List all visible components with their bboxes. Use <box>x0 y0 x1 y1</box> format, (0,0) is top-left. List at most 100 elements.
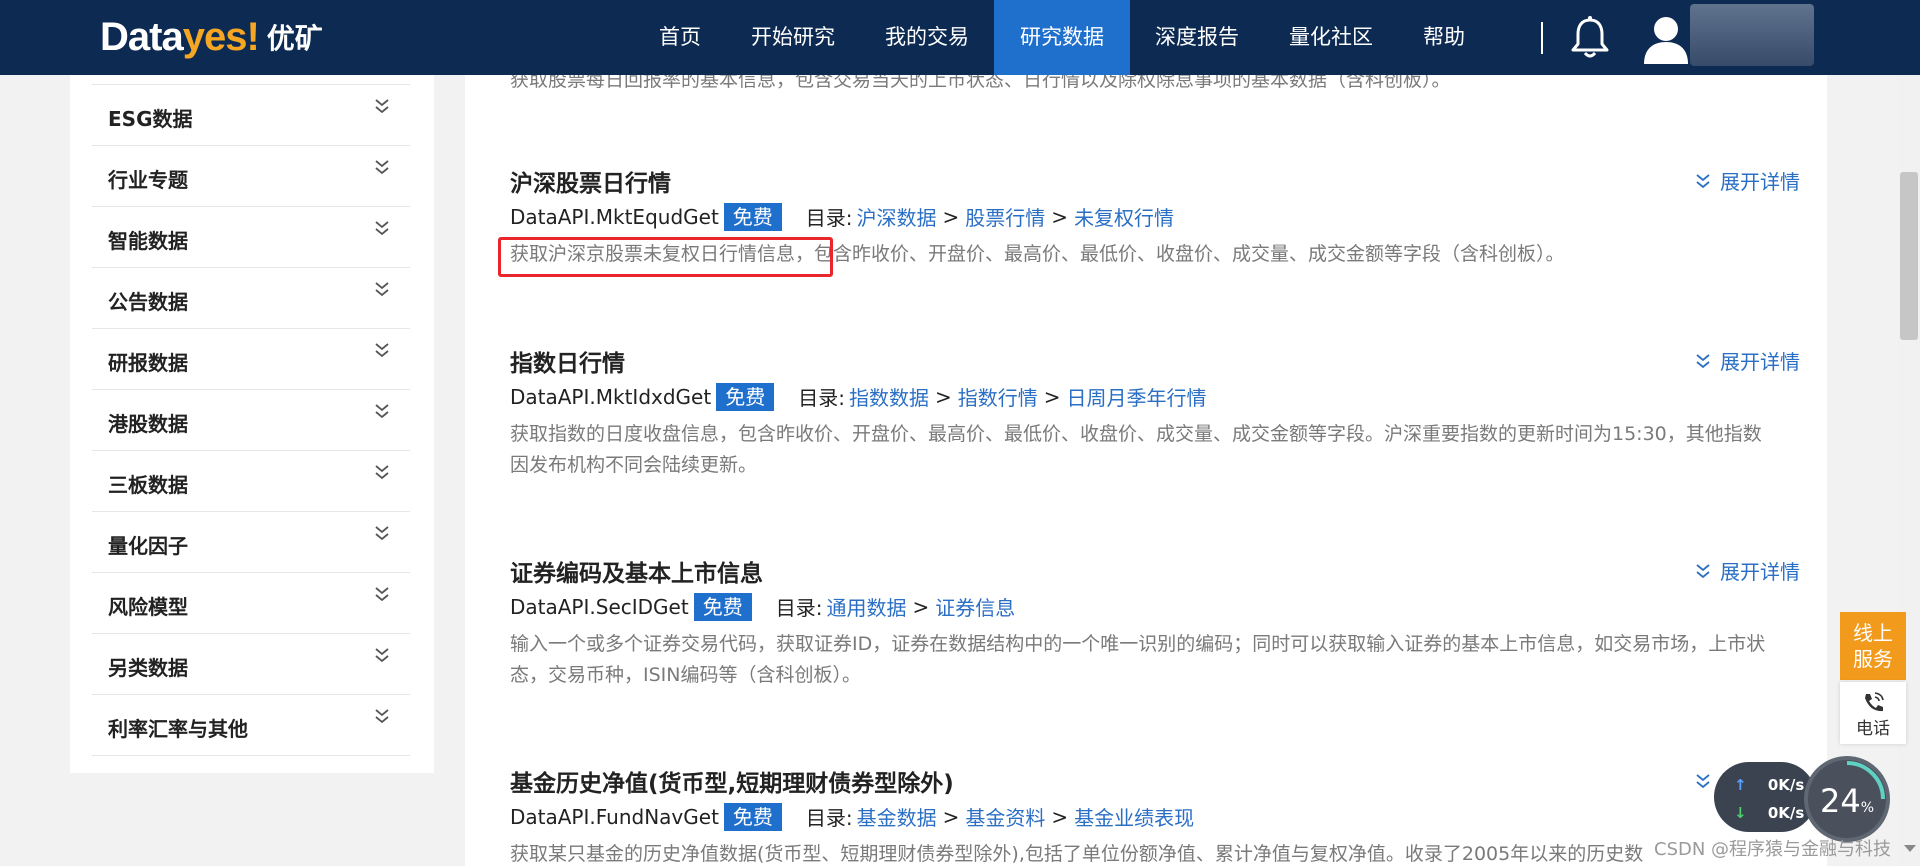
network-speed-widget[interactable]: ↑ 0K/s ↓ 0K/s <box>1714 762 1816 832</box>
double-chevron-down-icon <box>375 648 389 663</box>
catalog-separator: > <box>1043 384 1061 409</box>
logo-text-cn: 优矿 <box>266 22 323 55</box>
sidebar-item-smart[interactable]: 智能数据 <box>92 206 410 267</box>
catalog-separator: > <box>942 204 960 229</box>
sidebar-item-label: 智能数据 <box>108 229 188 253</box>
sidebar-item-label: 风险模型 <box>108 595 188 619</box>
double-chevron-down-icon <box>375 526 389 541</box>
sidebar-item-quant-factor[interactable]: 量化因子 <box>92 511 410 572</box>
download-speed-row: ↓ 0K/s <box>1734 804 1804 822</box>
catalog-separator: > <box>942 804 960 829</box>
api-meta-row: DataAPI.MktIdxdGet 免费 目录: 指数数据 > 指数行情 > … <box>510 382 1206 411</box>
sidebar-item-esg[interactable]: ESG数据 <box>92 84 410 145</box>
online-service-label: 线上服务 <box>1853 621 1893 671</box>
sidebar-item-third-board[interactable]: 三板数据 <box>92 450 410 511</box>
nav-item-start-research[interactable]: 开始研究 <box>726 0 860 75</box>
free-badge: 免费 <box>723 802 782 831</box>
memory-gauge[interactable]: 24% <box>1804 756 1890 842</box>
nav-item-research-data[interactable]: 研究数据 <box>994 0 1130 75</box>
double-chevron-down-icon <box>375 587 389 602</box>
nav-item-home[interactable]: 首页 <box>634 0 726 75</box>
catalog-link[interactable]: 指数行情 <box>958 382 1038 411</box>
api-entry-description: 输入一个或多个证券交易代码，获取证券ID，证券在数据结构中的一个唯一识别的编码；… <box>510 633 1766 686</box>
api-entry-title[interactable]: 指数日行情 <box>510 344 625 378</box>
expand-details-button[interactable]: 展开详情 <box>1696 166 1800 195</box>
nav-item-help[interactable]: 帮助 <box>1398 0 1490 75</box>
sidebar-item-label: ESG数据 <box>108 107 193 131</box>
catalog-link[interactable]: 未复权行情 <box>1074 202 1174 231</box>
api-entry-title[interactable]: 沪深股票日行情 <box>510 164 671 198</box>
api-meta-row: DataAPI.SecIDGet 免费 目录: 通用数据 > 证券信息 <box>510 592 1015 621</box>
expand-details-button[interactable]: 展开详情 <box>1696 556 1800 585</box>
sidebar-item-industry[interactable]: 行业专题 <box>92 145 410 206</box>
catalog-link[interactable]: 股票行情 <box>965 202 1045 231</box>
sidebar-item-risk-model[interactable]: 风险模型 <box>92 572 410 633</box>
main-nav: 首页 开始研究 我的交易 研究数据 深度报告 量化社区 帮助 <box>634 0 1490 75</box>
api-entry-fund-nav: 基金历史净值(货币型,短期理财债券型除外) 展开详情 DataAPI.FundN… <box>510 764 1800 866</box>
bell-icon[interactable] <box>1568 14 1612 60</box>
double-chevron-down-icon <box>375 99 389 114</box>
catalog-link[interactable]: 通用数据 <box>826 592 906 621</box>
datayes-logo[interactable]: Data yes! 优矿 <box>100 14 323 60</box>
nav-item-my-trades[interactable]: 我的交易 <box>860 0 994 75</box>
api-name: DataAPI.FundNavGet <box>510 804 719 829</box>
double-chevron-down-icon <box>375 282 389 297</box>
sidebar-bottom-divider <box>92 755 410 757</box>
free-badge: 免费 <box>723 202 782 231</box>
free-badge: 免费 <box>716 382 775 411</box>
upload-speed-row: ↑ 0K/s <box>1734 776 1804 794</box>
catalog-link[interactable]: 证券信息 <box>935 592 1015 621</box>
sidebar-item-label: 研报数据 <box>108 351 188 375</box>
sidebar-item-announcement[interactable]: 公告数据 <box>92 267 410 328</box>
sidebar: ESG数据 行业专题 智能数据 公告数据 研报数据 港股数据 三板数据 量化因子… <box>70 75 434 773</box>
entry-description-partial: 获取股票每日回报率的基本信息，包含交易当天的上市状态、日行情以及除权除息事项的基… <box>510 75 1451 91</box>
sidebar-item-label: 行业专题 <box>108 168 188 192</box>
api-name: DataAPI.SecIDGet <box>510 594 689 619</box>
username-blurred[interactable] <box>1690 4 1814 66</box>
sidebar-item-label: 港股数据 <box>108 412 188 436</box>
phone-button[interactable]: 电话 <box>1840 682 1906 744</box>
sidebar-item-label: 三板数据 <box>108 473 188 497</box>
upload-arrow-icon: ↑ <box>1734 776 1747 794</box>
user-avatar-icon[interactable] <box>1640 12 1692 64</box>
api-name: DataAPI.MktEqudGet <box>510 204 719 229</box>
scrollbar-thumb[interactable] <box>1900 172 1918 340</box>
gauge-number: 24 <box>1819 782 1861 820</box>
scroll-down-arrow-icon[interactable] <box>1904 845 1916 852</box>
double-chevron-down-icon <box>1696 173 1710 188</box>
catalog-link[interactable]: 沪深数据 <box>857 202 937 231</box>
catalog-link[interactable]: 基金资料 <box>965 802 1045 831</box>
api-entry-description: 获取指数的日度收盘信息，包含昨收价、开盘价、最高价、最低价、收盘价、成交量、成交… <box>510 423 1762 476</box>
online-service-button[interactable]: 线上服务 <box>1840 612 1906 680</box>
api-list-panel: 获取股票每日回报率的基本信息，包含交易当天的上市状态、日行情以及除权除息事项的基… <box>465 75 1827 866</box>
api-entry-title[interactable]: 证券编码及基本上市信息 <box>510 554 763 588</box>
sidebar-item-label: 量化因子 <box>108 534 188 558</box>
expand-details-button[interactable]: 展开详情 <box>1696 346 1800 375</box>
sidebar-item-label: 公告数据 <box>108 290 188 314</box>
catalog-link[interactable]: 基金数据 <box>857 802 937 831</box>
gauge-value: 24% <box>1808 782 1886 820</box>
sidebar-item-research-report[interactable]: 研报数据 <box>92 328 410 389</box>
sidebar-item-label: 另类数据 <box>108 656 188 680</box>
nav-divider <box>1541 22 1543 54</box>
free-badge: 免费 <box>693 592 752 621</box>
sidebar-item-hk-stock[interactable]: 港股数据 <box>92 389 410 450</box>
nav-item-quant-community[interactable]: 量化社区 <box>1264 0 1398 75</box>
api-name: DataAPI.MktIdxdGet <box>510 384 712 409</box>
api-entry-title[interactable]: 基金历史净值(货币型,短期理财债券型除外) <box>510 764 954 798</box>
catalog-link[interactable]: 指数数据 <box>849 382 929 411</box>
nav-item-reports[interactable]: 深度报告 <box>1130 0 1264 75</box>
double-chevron-down-icon <box>375 709 389 724</box>
sidebar-item-rates-fx[interactable]: 利率汇率与其他 <box>92 694 410 755</box>
double-chevron-down-icon <box>375 221 389 236</box>
top-navbar: Data yes! 优矿 首页 开始研究 我的交易 研究数据 深度报告 量化社区 帮… <box>0 0 1920 75</box>
catalog-link[interactable]: 日周月季年行情 <box>1066 382 1206 411</box>
expand-details-label: 展开详情 <box>1720 560 1800 584</box>
api-entry-description: 获取某只基金的历史净值数据(货币型、短期理财债券型除外),包括了单位份额净值、累… <box>510 843 1644 865</box>
double-chevron-down-icon <box>1696 563 1710 578</box>
catalog-link[interactable]: 基金业绩表现 <box>1074 802 1194 831</box>
sidebar-item-alternative[interactable]: 另类数据 <box>92 633 410 694</box>
double-chevron-down-icon <box>375 404 389 419</box>
double-chevron-down-icon <box>375 160 389 175</box>
api-entry-sec-id: 证券编码及基本上市信息 展开详情 DataAPI.SecIDGet 免费 目录:… <box>510 554 1800 704</box>
